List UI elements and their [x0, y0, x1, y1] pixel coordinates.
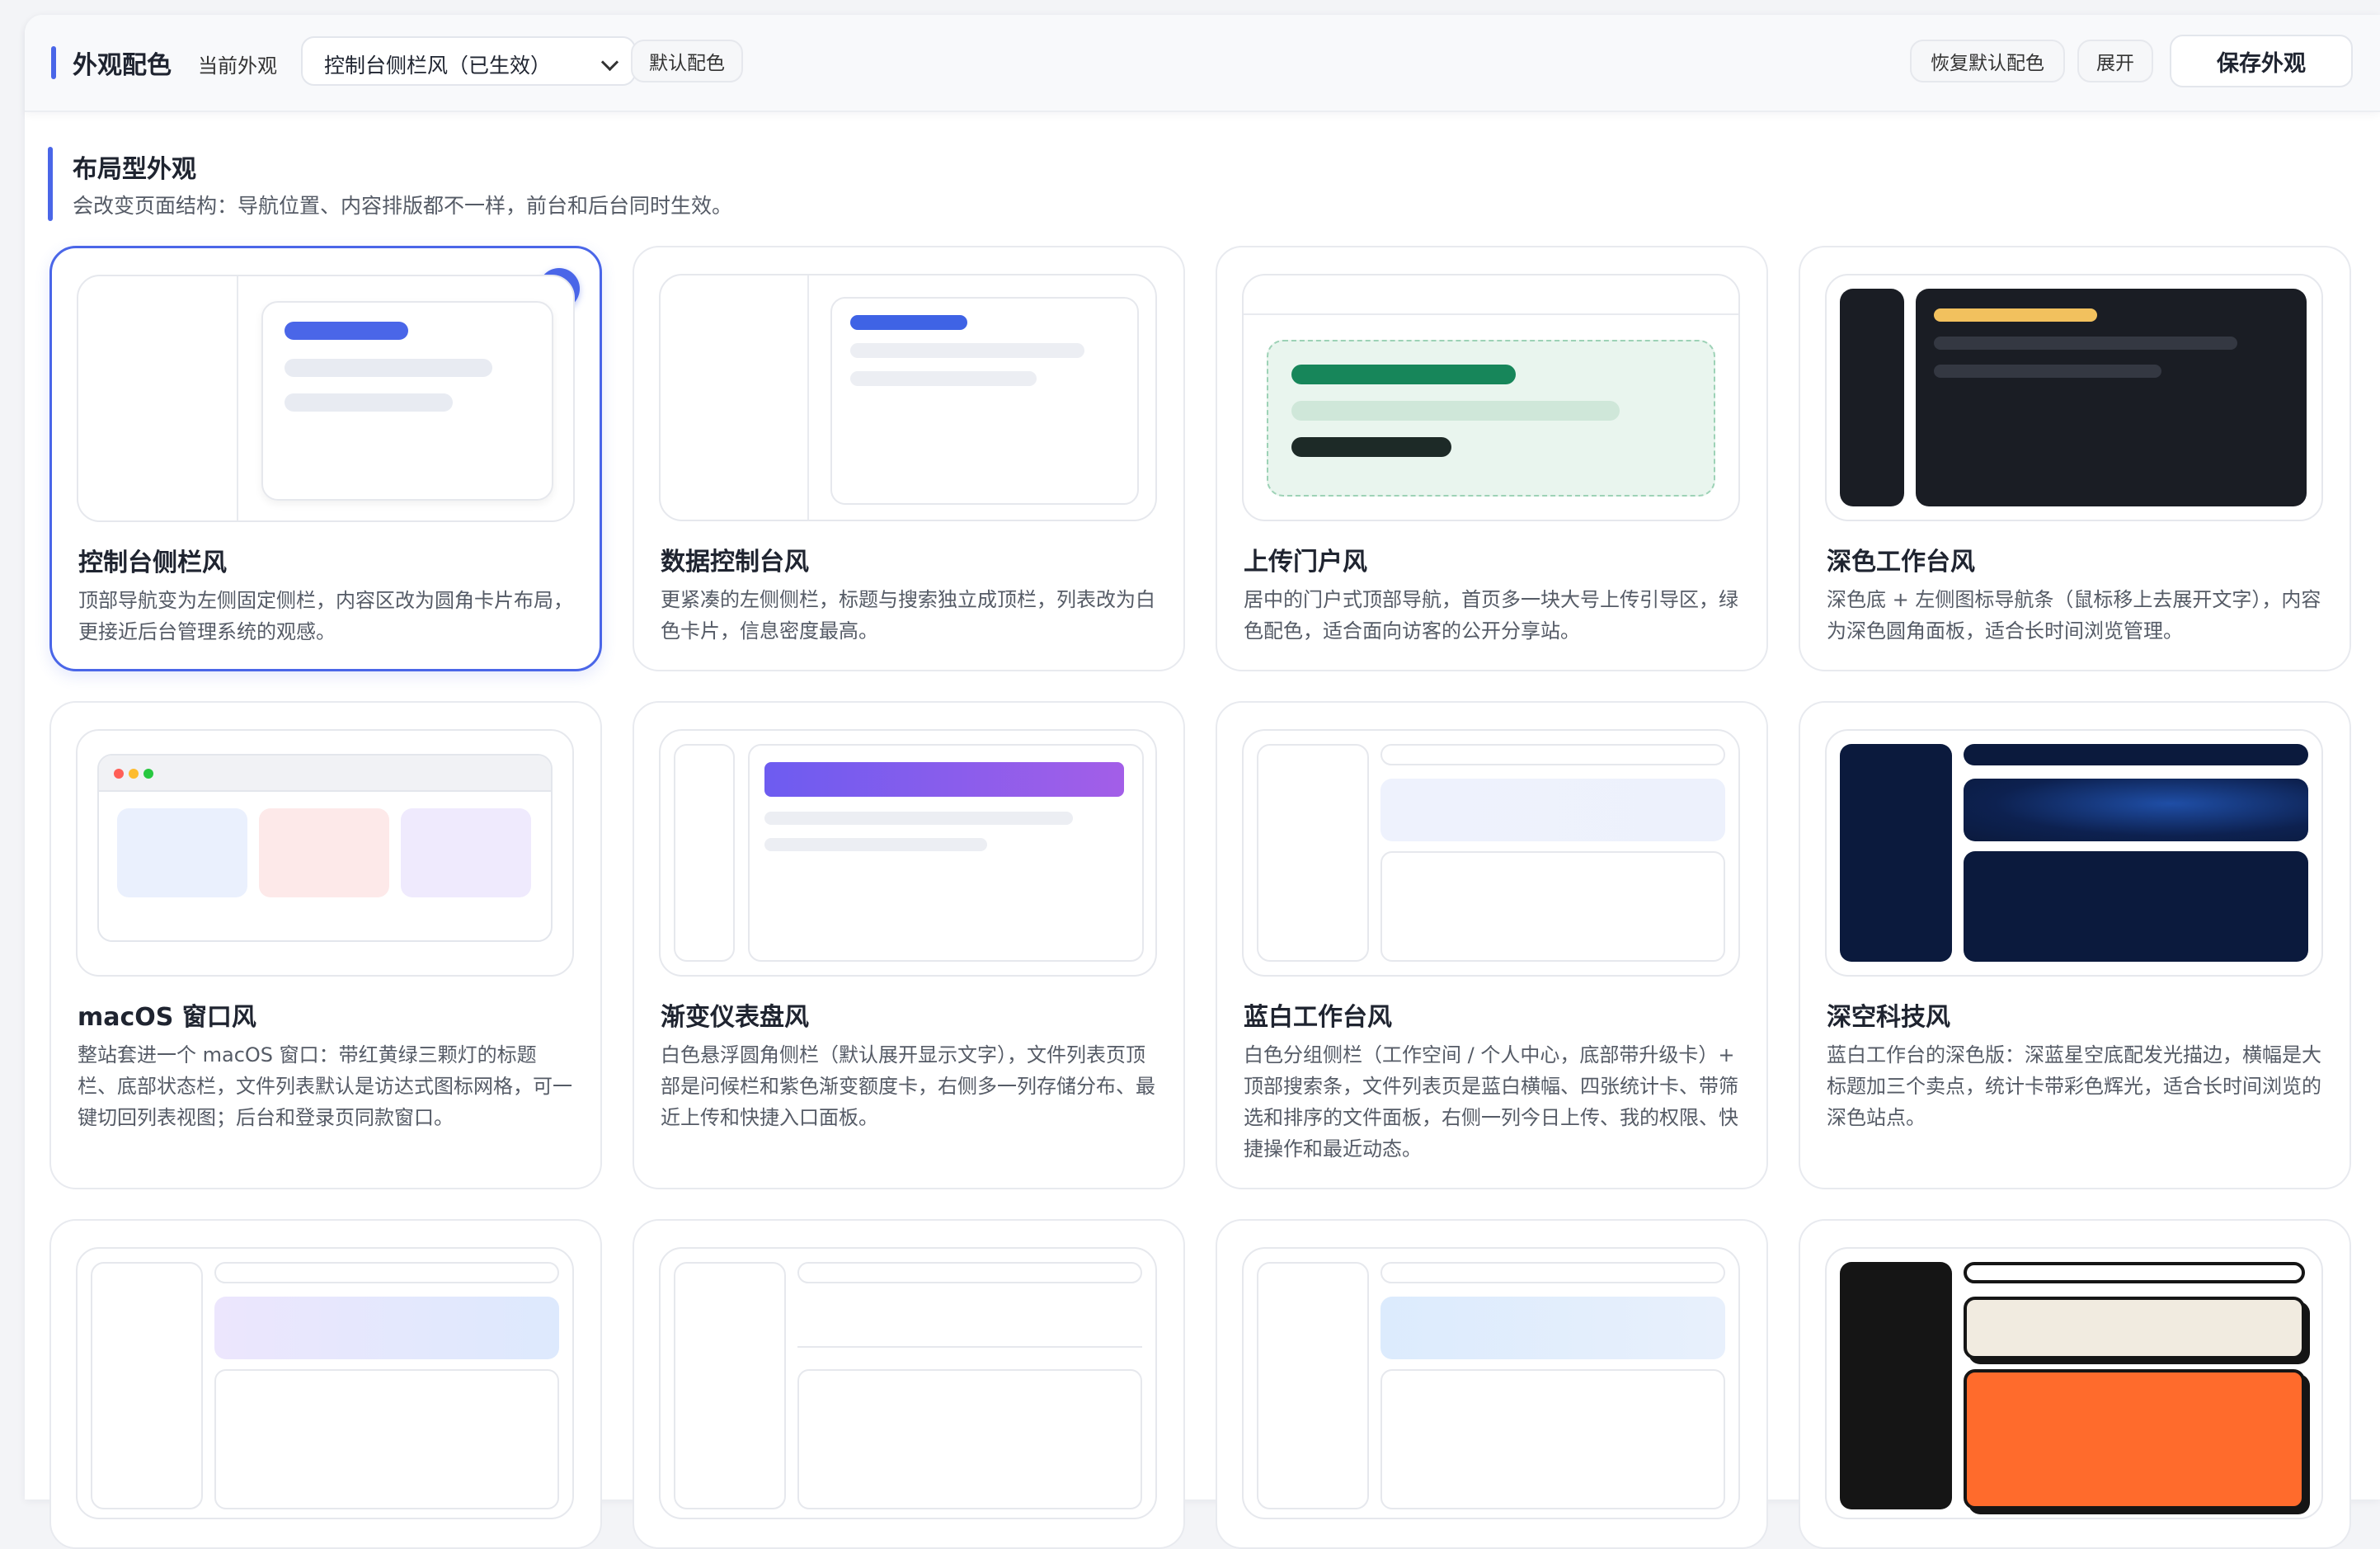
theme-preview: [1825, 729, 2323, 977]
theme-preview: [76, 1247, 574, 1519]
section-accent-bar: [48, 147, 53, 221]
section-title: 布局型外观: [73, 155, 196, 184]
theme-card-deep-space-tech[interactable]: 深空科技风 蓝白工作台的深色版：深蓝星空底配发光描边，横幅是大标题加三个卖点，统…: [1799, 701, 2351, 1189]
theme-card-data-console[interactable]: 数据控制台风 更紧凑的左侧侧栏，标题与搜索独立成顶栏，列表改为白色卡片，信息密度…: [633, 246, 1185, 671]
theme-card-name: 蓝白工作台风: [1244, 1003, 1392, 1032]
restore-default-button[interactable]: 恢复默认配色: [1910, 40, 2065, 82]
theme-card-name: 渐变仪表盘风: [661, 1003, 809, 1032]
current-appearance-label: 当前外观: [198, 54, 277, 78]
theme-card-row3-1[interactable]: [49, 1219, 602, 1549]
theme-card-description: 顶部导航变为左侧固定侧栏，内容区改为圆角卡片布局，更接近后台管理系统的观感。: [78, 589, 573, 643]
chevron-down-icon: [600, 53, 619, 72]
close-light-icon: [114, 769, 124, 779]
theme-card-name: 控制台侧栏风: [78, 549, 227, 577]
default-color-badge[interactable]: 默认配色: [631, 40, 743, 82]
current-appearance-select[interactable]: 控制台侧栏风（已生效）: [301, 36, 636, 86]
theme-card-gradient-dashboard[interactable]: 渐变仪表盘风 白色悬浮圆角侧栏（默认展开显示文字），文件列表页顶部是问候栏和紫色…: [633, 701, 1185, 1189]
toolbar-title: 外观配色: [73, 51, 172, 80]
theme-preview: [1242, 729, 1740, 977]
theme-preview: [77, 275, 575, 522]
theme-preview: [1242, 274, 1740, 521]
theme-card-dark-workbench[interactable]: 深色工作台风 深色底 + 左侧图标导航条（鼠标移上去展开文字），内容为深色圆角面…: [1799, 246, 2351, 671]
theme-card-description: 居中的门户式顶部导航，首页多一块大号上传引导区，绿色配色，适合面向访客的公开分享…: [1244, 588, 1738, 643]
current-appearance-value: 控制台侧栏风（已生效）: [324, 54, 552, 78]
theme-card-description: 更紧凑的左侧侧栏，标题与搜索独立成顶栏，列表改为白色卡片，信息密度最高。: [661, 588, 1155, 643]
theme-preview: [1825, 1247, 2323, 1519]
theme-card-row3-4[interactable]: [1799, 1219, 2351, 1549]
theme-card-macos-window[interactable]: macOS 窗口风 整站套进一个 macOS 窗口：带红黄绿三颗灯的标题栏、底部…: [49, 701, 602, 1189]
theme-card-upload-portal[interactable]: 上传门户风 居中的门户式顶部导航，首页多一块大号上传引导区，绿色配色，适合面向访…: [1216, 246, 1768, 671]
theme-card-description: 蓝白工作台的深色版：深蓝星空底配发光描边，横幅是大标题加三个卖点，统计卡带彩色辉…: [1827, 1043, 2321, 1129]
appearance-toolbar: 外观配色 当前外观 控制台侧栏风（已生效） 默认配色 恢复默认配色 展开 保存外…: [25, 15, 2380, 112]
theme-card-row3-2[interactable]: [633, 1219, 1185, 1549]
theme-preview: [1242, 1247, 1740, 1519]
toolbar-accent-bar: [51, 46, 56, 79]
theme-preview: [659, 274, 1157, 521]
minimize-light-icon: [129, 769, 139, 779]
theme-preview: [1825, 274, 2323, 521]
save-appearance-button[interactable]: 保存外观: [2170, 35, 2353, 87]
theme-card-name: 数据控制台风: [661, 548, 809, 577]
theme-card-description: 深色底 + 左侧图标导航条（鼠标移上去展开文字），内容为深色圆角面板，适合长时间…: [1827, 588, 2321, 643]
theme-card-name: 深色工作台风: [1827, 548, 1975, 577]
expand-button[interactable]: 展开: [2077, 40, 2153, 82]
theme-card-name: macOS 窗口风: [78, 1003, 256, 1032]
theme-preview: [659, 1247, 1157, 1519]
theme-card-name: 深空科技风: [1827, 1003, 1950, 1032]
theme-card-name: 上传门户风: [1244, 548, 1367, 577]
theme-preview: [659, 729, 1157, 977]
theme-card-row3-3[interactable]: [1216, 1219, 1768, 1549]
theme-card-blue-white-workbench[interactable]: 蓝白工作台风 白色分组侧栏（工作空间 / 个人中心，底部带升级卡）+ 顶部搜索条…: [1216, 701, 1768, 1189]
theme-preview: [76, 729, 574, 977]
theme-card-description: 整站套进一个 macOS 窗口：带红黄绿三颗灯的标题栏、底部状态栏，文件列表默认…: [78, 1043, 572, 1129]
section-description: 会改变页面结构：导航位置、内容排版都不一样，前台和后台同时生效。: [73, 194, 733, 218]
theme-card-console-sidebar[interactable]: 控制台侧栏风 顶部导航变为左侧固定侧栏，内容区改为圆角卡片布局，更接近后台管理系…: [49, 246, 602, 671]
theme-card-description: 白色悬浮圆角侧栏（默认展开显示文字），文件列表页顶部是问候栏和紫色渐变额度卡，右…: [661, 1043, 1155, 1129]
theme-card-description: 白色分组侧栏（工作空间 / 个人中心，底部带升级卡）+ 顶部搜索条，文件列表页是…: [1244, 1043, 1738, 1161]
zoom-light-icon: [143, 769, 153, 779]
